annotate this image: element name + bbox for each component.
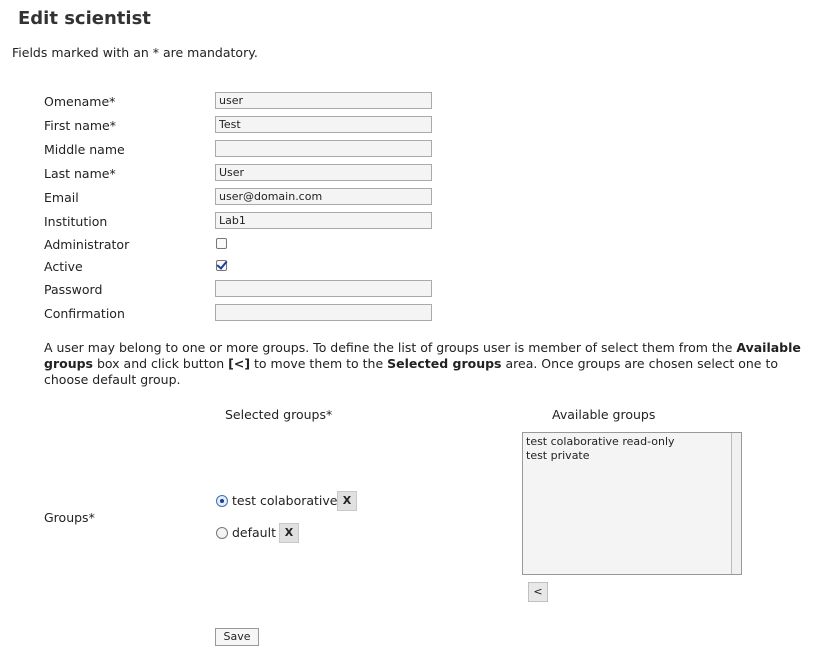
help-text-2: box and click button: [93, 356, 229, 371]
help-text-3: to move them to the: [250, 356, 388, 371]
selected-groups-header: Selected groups*: [225, 407, 333, 422]
last-name-label: Last name*: [44, 166, 116, 181]
administrator-checkbox[interactable]: [216, 238, 227, 249]
listbox-scrollbar[interactable]: [731, 433, 741, 574]
available-groups-options: test colaborative read-only test private: [526, 435, 675, 463]
middle-name-input[interactable]: [215, 140, 432, 157]
move-to-selected-button[interactable]: <: [528, 582, 548, 602]
mandatory-note: Fields marked with an * are mandatory.: [12, 45, 258, 60]
help-bold-move-button: [<]: [228, 356, 251, 371]
remove-group-button[interactable]: X: [279, 523, 299, 543]
available-groups-header: Available groups: [552, 407, 656, 422]
omename-input[interactable]: user: [215, 92, 432, 109]
password-label: Password: [44, 282, 103, 297]
groups-label: Groups*: [44, 510, 95, 525]
help-bold-selected: Selected groups: [387, 356, 502, 371]
administrator-label: Administrator: [44, 237, 130, 252]
middle-name-label: Middle name: [44, 142, 125, 157]
default-group-radio-test-colaborative[interactable]: [216, 495, 228, 507]
available-group-option[interactable]: test colaborative read-only: [526, 435, 675, 449]
available-groups-listbox[interactable]: test colaborative read-only test private: [522, 432, 742, 575]
email-label: Email: [44, 190, 79, 205]
confirmation-input[interactable]: [215, 304, 432, 321]
default-group-radio-default[interactable]: [216, 527, 228, 539]
omename-label: Omename*: [44, 94, 116, 109]
active-label: Active: [44, 259, 83, 274]
first-name-input[interactable]: Test: [215, 116, 432, 133]
active-checkbox[interactable]: [216, 260, 227, 271]
groups-help-text: A user may belong to one or more groups.…: [44, 340, 804, 388]
help-text-1: A user may belong to one or more groups.…: [44, 340, 737, 355]
confirmation-label: Confirmation: [44, 306, 125, 321]
institution-input[interactable]: Lab1: [215, 212, 432, 229]
institution-label: Institution: [44, 214, 108, 229]
save-button[interactable]: Save: [215, 628, 259, 646]
first-name-label: First name*: [44, 118, 116, 133]
last-name-input[interactable]: User: [215, 164, 432, 181]
available-group-option[interactable]: test private: [526, 449, 675, 463]
password-input[interactable]: [215, 280, 432, 297]
email-input[interactable]: user@domain.com: [215, 188, 432, 205]
selected-group-name: test colaborative: [232, 493, 338, 508]
selected-group-name: default: [232, 525, 276, 540]
page-title: Edit scientist: [18, 8, 151, 29]
remove-group-button[interactable]: X: [337, 491, 357, 511]
